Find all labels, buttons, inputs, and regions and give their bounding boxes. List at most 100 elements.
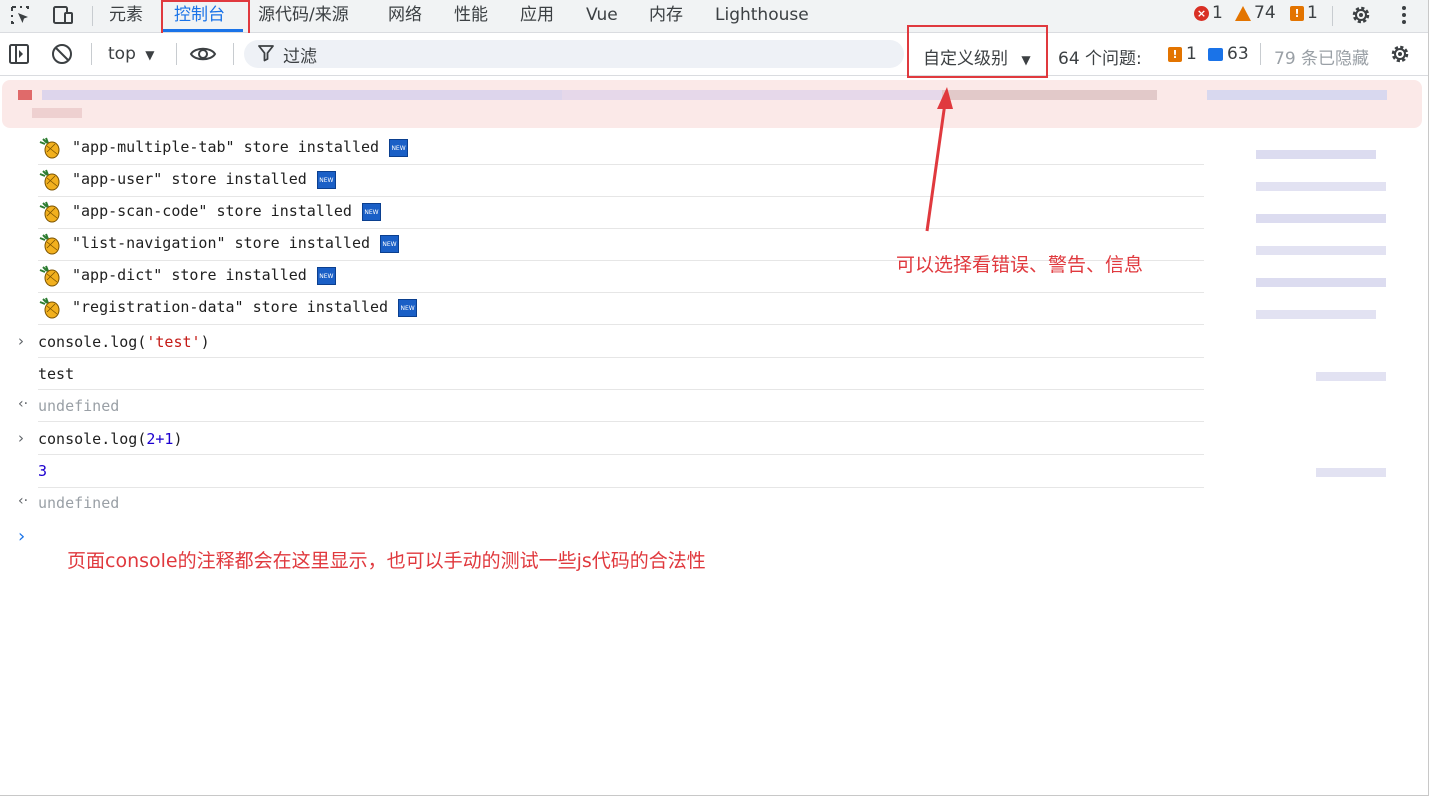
- issue-flag-icon: !: [1290, 5, 1304, 21]
- dropdown-arrow-icon: ▼: [145, 48, 155, 62]
- store-message: "app-scan-code" store installed NEW: [72, 202, 381, 221]
- pineapple-icon: [39, 265, 60, 287]
- console-prompt-chevron-icon[interactable]: ›: [18, 526, 25, 547]
- issues-warning-count: 1: [1186, 44, 1197, 64]
- issues-info-link[interactable]: 63: [1208, 44, 1249, 64]
- warning-count[interactable]: 74: [1235, 3, 1276, 23]
- filter-input[interactable]: [244, 40, 904, 68]
- console-command[interactable]: console.log('test'): [38, 333, 210, 351]
- tab-performance[interactable]: 性能: [454, 0, 488, 32]
- pineapple-icon: [39, 297, 60, 319]
- issues-info-count: 63: [1227, 44, 1249, 64]
- console-output: test: [38, 365, 75, 383]
- live-expression-eye-icon[interactable]: [189, 43, 217, 65]
- new-badge: NEW: [398, 298, 418, 317]
- store-message-text: "app-multiple-tab" store installed: [72, 138, 380, 156]
- store-message: "app-multiple-tab" store installed NEW: [72, 138, 409, 157]
- new-badge: NEW: [389, 138, 409, 157]
- context-selector-label: top: [108, 44, 136, 64]
- tab-lighthouse[interactable]: Lighthouse: [715, 0, 809, 32]
- divider: [92, 6, 93, 26]
- command-text: ): [200, 333, 210, 351]
- console-return-value: undefined: [38, 397, 120, 415]
- store-message: "app-dict" store installed NEW: [72, 266, 336, 285]
- input-prompt-chevron-icon: ›: [18, 429, 24, 447]
- device-toolbar-icon[interactable]: [52, 4, 74, 26]
- annotation-levels: 可以选择看错误、警告、信息: [896, 254, 1144, 276]
- issues-label: 64 个问题:: [1058, 49, 1142, 69]
- inspect-element-icon[interactable]: [9, 4, 31, 26]
- divider: [1332, 6, 1333, 26]
- blurred-error-message: [2, 80, 1422, 128]
- new-badge: NEW: [380, 234, 400, 253]
- console-return-row: [38, 390, 1204, 422]
- context-selector[interactable]: top ▼: [108, 44, 155, 64]
- settings-gear-icon[interactable]: [1350, 4, 1372, 26]
- divider: [176, 43, 177, 65]
- store-message: "registration-data" store installed NEW: [72, 298, 418, 317]
- tab-vue[interactable]: Vue: [586, 0, 618, 32]
- levels-highlight: [907, 25, 1048, 78]
- pineapple-icon: [39, 169, 60, 191]
- tab-network[interactable]: 网络: [388, 0, 422, 32]
- clear-console-icon[interactable]: [51, 43, 73, 65]
- divider: [1260, 43, 1261, 65]
- input-prompt-chevron-icon: ›: [18, 332, 24, 350]
- store-message: "app-user" store installed NEW: [72, 170, 336, 189]
- issues-warning-link[interactable]: ! 1: [1168, 44, 1197, 64]
- console-output-row: [38, 358, 1204, 390]
- console-log-row: "app-multiple-tab" store installed NEW: [38, 133, 1204, 165]
- devtools-window: 元素 控制台 源代码/来源 网络 性能 应用 Vue 内存 Lighthouse…: [0, 0, 1429, 796]
- warning-icon: [1235, 5, 1251, 21]
- console-log-row: "registration-data" store installed NEW: [38, 293, 1204, 325]
- annotation-arrow-icon: [925, 87, 953, 232]
- store-message-text: "app-user" store installed: [72, 170, 307, 188]
- filter-funnel-icon: [258, 45, 274, 62]
- console-input-row: [38, 325, 1204, 358]
- console-command[interactable]: console.log(2+1): [38, 430, 183, 448]
- divider: [91, 43, 92, 65]
- store-message-text: "registration-data" store installed: [72, 298, 389, 316]
- pineapple-icon: [39, 137, 60, 159]
- message-icon: [1208, 47, 1223, 61]
- store-message-text: "app-scan-code" store installed: [72, 202, 352, 220]
- store-message-text: "app-dict" store installed: [72, 266, 307, 284]
- sidebar-toggle-icon[interactable]: [8, 43, 30, 65]
- error-count-value: 1: [1212, 3, 1223, 23]
- filter-placeholder: 过滤: [283, 47, 317, 67]
- pineapple-icon: [39, 233, 60, 255]
- new-badge: NEW: [361, 202, 381, 221]
- annotation-console: 页面console的注释都会在这里显示，也可以手动的测试一些js代码的合法性: [67, 550, 706, 572]
- tab-elements[interactable]: 元素: [109, 0, 143, 32]
- issue-flag-icon: !: [1168, 46, 1182, 62]
- more-options-icon[interactable]: [1393, 4, 1415, 26]
- console-log-row: "app-scan-code" store installed NEW: [38, 197, 1204, 229]
- return-arrow-icon: ‹·: [18, 493, 29, 509]
- pineapple-icon: [39, 201, 60, 223]
- divider: [233, 43, 234, 65]
- command-text: ): [173, 430, 183, 448]
- tab-bar: 元素 控制台 源代码/来源 网络 性能 应用 Vue 内存 Lighthouse…: [0, 0, 1428, 41]
- store-message-text: "list-navigation" store installed: [72, 234, 371, 252]
- error-count[interactable]: × 1: [1194, 3, 1223, 23]
- warning-count-value: 74: [1254, 3, 1276, 23]
- console-input-row: [38, 422, 1204, 455]
- command-number-arg: 2+1: [146, 430, 174, 448]
- tab-application[interactable]: 应用: [520, 0, 554, 32]
- hidden-count: 79 条已隐藏: [1274, 49, 1370, 69]
- tab-sources[interactable]: 源代码/来源: [258, 0, 349, 32]
- issue-count-value: 1: [1307, 3, 1318, 23]
- console-log-row: "app-user" store installed NEW: [38, 165, 1204, 197]
- console-output: 3: [38, 462, 48, 480]
- new-badge: NEW: [316, 266, 336, 285]
- error-icon: ×: [1194, 5, 1209, 21]
- issue-count[interactable]: ! 1: [1290, 3, 1318, 23]
- console-return-value: undefined: [38, 494, 120, 512]
- command-string-arg: 'test': [146, 333, 201, 351]
- tab-memory[interactable]: 内存: [649, 0, 683, 32]
- console-output-row: [38, 455, 1204, 488]
- return-arrow-icon: ‹·: [18, 396, 29, 412]
- console-settings-gear-icon[interactable]: [1389, 43, 1411, 65]
- command-text: console.log(: [38, 333, 147, 351]
- command-text: console.log(: [38, 430, 147, 448]
